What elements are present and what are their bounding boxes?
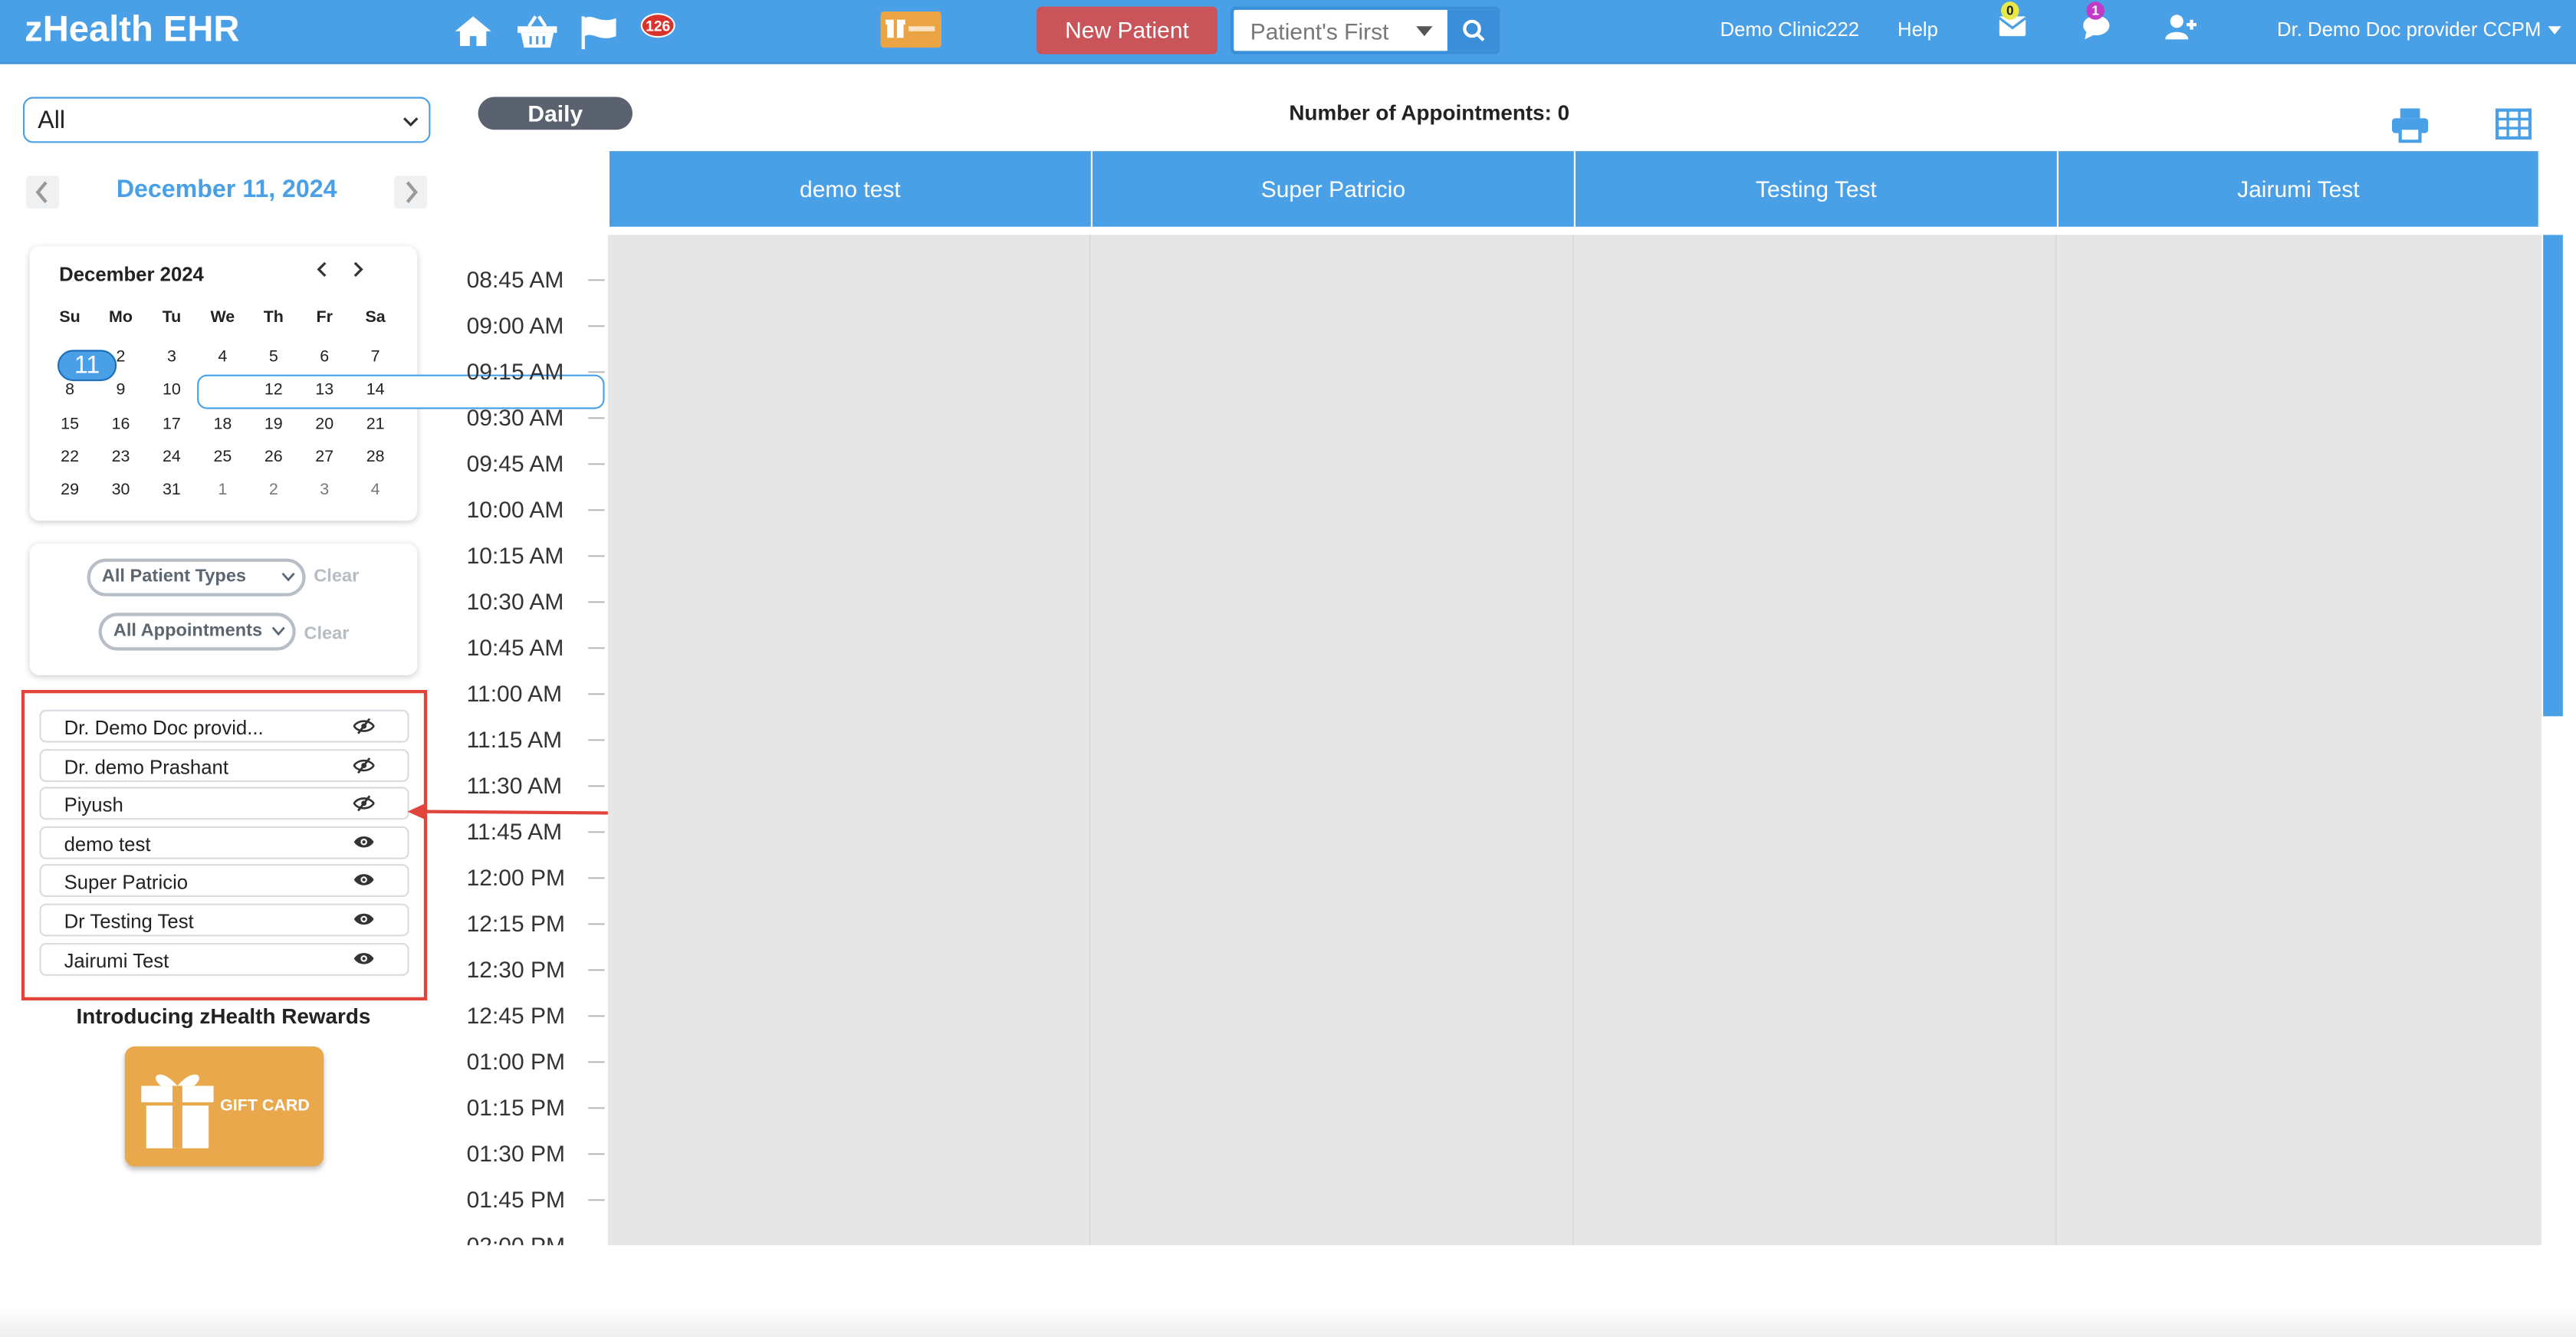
chevron-down-icon — [403, 117, 419, 127]
time-slot-tick — [588, 969, 605, 971]
appointments-count: Number of Appointments: 0 — [1289, 100, 1570, 125]
time-slot-tick — [588, 509, 605, 511]
chevron-right-icon — [406, 181, 418, 203]
provider-column-header[interactable]: Testing Test — [1576, 151, 2058, 227]
time-column: 08:45 AM 09:00 AM 09:15 AM 09:30 AM 09:45 AM… — [0, 235, 611, 1245]
time-slot-tick — [588, 693, 605, 695]
time-slot-label: 12:00 PM — [466, 864, 566, 891]
schedule-grid[interactable] — [607, 235, 2542, 1246]
column-divider — [2055, 235, 2057, 1246]
time-slot-label: 11:45 AM — [466, 818, 563, 845]
time-slot-tick — [588, 417, 605, 419]
app-root: zHealth EHR 126 New Patient Patient's Fi… — [0, 0, 2576, 1337]
time-slot-tick — [588, 877, 605, 879]
time-slot-tick — [588, 739, 605, 741]
notification-badge[interactable]: 126 — [640, 13, 675, 38]
time-slot-label: 02:00 PM — [467, 1232, 565, 1245]
time-slot-tick — [588, 831, 605, 833]
user-menu-caret-icon[interactable] — [2548, 26, 2561, 34]
time-slot-label: 10:30 AM — [466, 588, 564, 615]
user-menu[interactable]: Dr. Demo Doc provider CCPM — [2277, 18, 2541, 41]
time-slot-label: 11:30 AM — [466, 772, 563, 799]
provider-filter-select[interactable]: All — [23, 97, 431, 143]
help-link[interactable]: Help — [1898, 18, 1938, 41]
time-slot-label: 10:15 AM — [466, 542, 564, 569]
time-slot-label: 09:30 AM — [466, 404, 564, 431]
page-footer — [0, 1306, 2576, 1337]
time-slot-label: 12:30 PM — [466, 956, 566, 983]
view-mode-daily-button[interactable]: Daily — [478, 97, 632, 130]
time-slot-tick — [588, 1061, 605, 1063]
time-slot-label: 10:45 AM — [466, 634, 564, 661]
chevron-left-icon — [35, 181, 48, 203]
grid-view-icon[interactable] — [2496, 108, 2532, 140]
time-slot-label: 12:15 PM — [466, 910, 566, 937]
gift-card-icon[interactable] — [880, 11, 941, 48]
clinic-selector[interactable]: Demo Clinic222 — [1720, 18, 1860, 41]
column-divider — [1089, 235, 1091, 1246]
time-slot-label: 09:15 AM — [466, 358, 564, 385]
time-slot-label: 12:45 PM — [466, 1002, 566, 1029]
search-icon — [1463, 19, 1485, 42]
time-slot-tick — [588, 371, 605, 373]
time-slot-tick — [588, 279, 605, 281]
time-slot-label: 01:45 PM — [466, 1186, 566, 1213]
provider-column-header[interactable]: demo test — [610, 151, 1092, 227]
new-patient-button[interactable]: New Patient — [1037, 6, 1217, 54]
search-button[interactable] — [1447, 9, 1500, 51]
time-slot-tick — [588, 325, 605, 327]
time-slot-label: 01:30 PM — [466, 1140, 566, 1167]
time-slot-label: 08:45 AM — [466, 266, 564, 293]
print-icon[interactable] — [2390, 107, 2430, 143]
search-type-dropdown-icon[interactable] — [1416, 26, 1433, 37]
time-slot-tick — [588, 1107, 605, 1109]
provider-column-header[interactable]: Super Patricio — [1092, 151, 1576, 227]
brand-logo[interactable]: zHealth EHR — [25, 8, 239, 51]
provider-column-header[interactable]: Jairumi Test — [2058, 151, 2540, 227]
home-icon[interactable] — [453, 15, 492, 48]
schedule-scrollbar[interactable] — [2543, 235, 2563, 717]
current-date: December 11, 2024 — [116, 176, 337, 204]
time-slot-label: 09:45 AM — [466, 450, 564, 477]
time-slot-tick — [588, 923, 605, 925]
flag-icon[interactable] — [580, 15, 619, 50]
time-slot-tick — [588, 555, 605, 557]
time-slot-label: 09:00 AM — [466, 312, 564, 339]
time-slot-label: 10:00 AM — [466, 496, 564, 523]
chat-count-badge: 1 — [2086, 2, 2104, 20]
next-day-button[interactable] — [394, 176, 428, 209]
time-slot-label: 11:00 AM — [466, 680, 563, 707]
top-navbar: zHealth EHR 126 New Patient Patient's Fi… — [0, 0, 2576, 64]
time-slot-tick — [588, 1153, 605, 1155]
time-slot-tick — [588, 785, 605, 787]
time-slot-tick — [588, 601, 605, 603]
time-slot-tick — [588, 1015, 605, 1017]
column-divider — [1572, 235, 1574, 1246]
time-slot-label: 01:00 PM — [466, 1048, 566, 1075]
basket-icon[interactable] — [516, 13, 559, 49]
time-slot-tick — [588, 1199, 605, 1201]
add-user-icon[interactable] — [2165, 13, 2198, 41]
time-slot-tick — [588, 463, 605, 465]
prev-day-button[interactable] — [26, 176, 60, 209]
time-slot-label: 11:15 AM — [466, 726, 563, 753]
time-slot-tick — [588, 647, 605, 649]
search-input[interactable]: Patient's First — [1250, 18, 1389, 44]
mail-count-badge: 0 — [2001, 2, 2019, 20]
provider-filter-value: All — [38, 107, 66, 135]
patient-search: Patient's First — [1230, 6, 1500, 54]
time-slot-label: 01:15 PM — [466, 1094, 566, 1121]
